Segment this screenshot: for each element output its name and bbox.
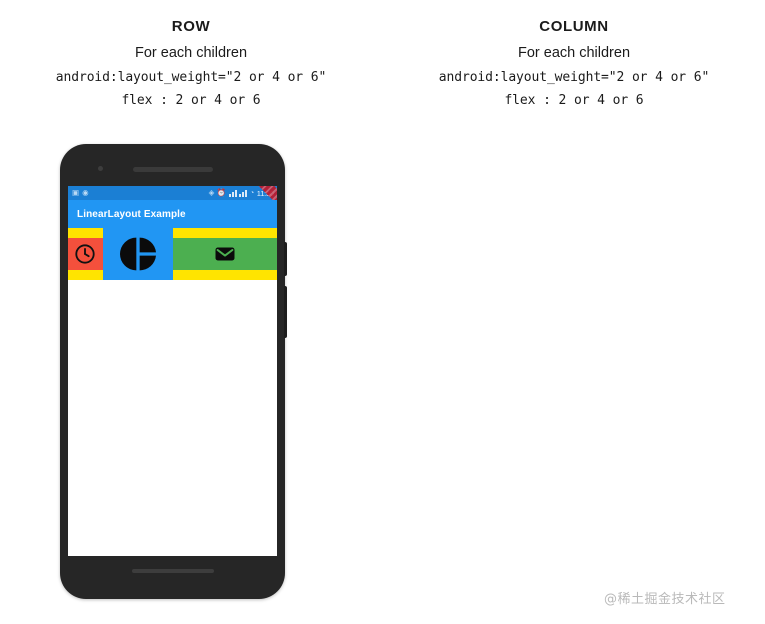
watermark: @稀土掘金技术社区 — [604, 592, 726, 607]
earpiece-speaker — [132, 167, 213, 172]
app-bar-title: LinearLayout Example — [77, 208, 186, 220]
panel-row-subtitle: For each children — [134, 45, 248, 61]
settings-gear-icon: ◉ — [82, 188, 89, 198]
linear-layout-horizontal — [68, 228, 277, 280]
row-child-6-box — [172, 238, 277, 270]
row-child-weight-4[interactable] — [102, 228, 173, 280]
diagram-canvas: ROW For each children android:layout_wei… — [0, 0, 765, 624]
home-indicator-bar — [131, 569, 214, 573]
alarm-icon: ⏰ — [216, 188, 227, 198]
dnd-icon: ◔ — [249, 188, 255, 198]
panel-row-code: android:layout_weight="2 or 4 or 6" — [55, 70, 327, 85]
row-child-weight-2[interactable] — [68, 228, 103, 280]
envelope-icon — [215, 247, 235, 261]
panel-row-flex: flex : 2 or 4 or 6 — [121, 93, 261, 108]
android-status-bar: ▣ ◉ ◈ ⏰ ◔ 11:50 — [68, 186, 277, 200]
panel-column-title: COLUMN — [539, 18, 609, 35]
pie-chart-icon — [119, 237, 156, 271]
clock-icon — [75, 244, 96, 264]
panel-column-subtitle: For each children — [517, 45, 631, 61]
row-child-weight-6[interactable] — [172, 228, 277, 280]
volume-button[interactable] — [284, 286, 287, 338]
row-child-4-box — [102, 228, 173, 280]
phone-mockup-row: ▣ ◉ ◈ ⏰ ◔ 11:50 LinearLayout Exa — [60, 144, 287, 599]
power-button[interactable] — [284, 242, 287, 276]
front-camera-icon — [98, 166, 103, 171]
row-child-2-box — [68, 238, 103, 270]
app-content-row — [68, 228, 277, 556]
panel-column-code: android:layout_weight="2 or 4 or 6" — [438, 70, 710, 85]
phone-screen-row: ▣ ◉ ◈ ⏰ ◔ 11:50 LinearLayout Exa — [68, 186, 277, 556]
wifi-icon: ◈ — [208, 188, 215, 198]
signal-bars-icon — [239, 189, 248, 197]
app-bar-row: LinearLayout Example — [68, 200, 277, 228]
panel-column: COLUMN For each children android:layout_… — [383, 0, 765, 624]
signal-bars-icon — [228, 189, 237, 197]
status-bar-left-icons: ▣ ◉ — [68, 189, 89, 197]
panel-row: ROW For each children android:layout_wei… — [0, 0, 382, 624]
sd-card-icon: ▣ — [72, 188, 80, 198]
panel-row-title: ROW — [171, 18, 211, 35]
panel-column-flex: flex : 2 or 4 or 6 — [504, 93, 644, 108]
